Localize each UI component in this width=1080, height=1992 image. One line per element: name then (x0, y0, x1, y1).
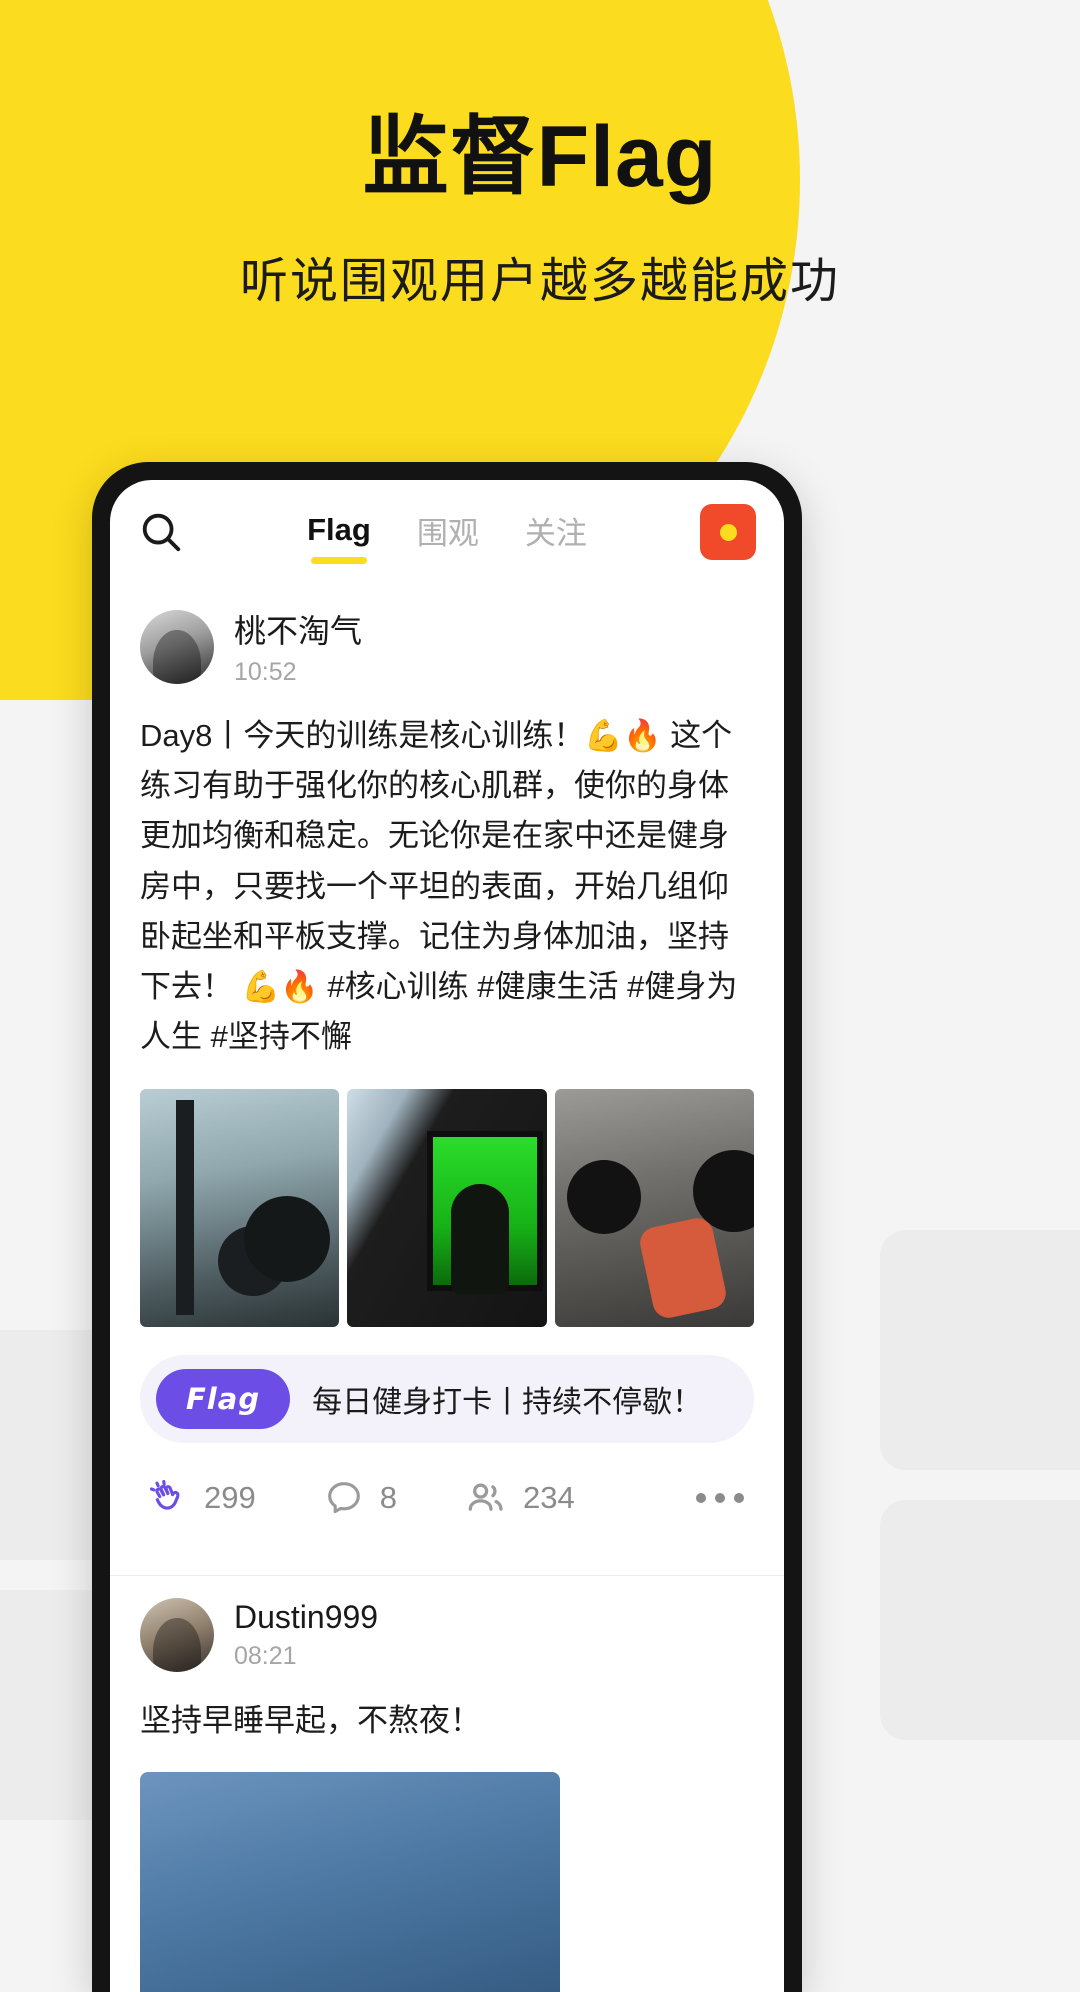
post-image[interactable] (554, 1088, 754, 1327)
profile-avatar-button[interactable] (700, 504, 756, 560)
post-timestamp: 10:52 (234, 658, 297, 686)
comment-action[interactable]: 8 (322, 1476, 397, 1520)
more-options-button[interactable] (696, 1492, 754, 1503)
phone-screen: Flag 围观 关注 桃不淘气 10:52 Day8丨今天的训练是核心训练！💪🔥… (110, 480, 784, 1992)
post-header: 桃不淘气 10:52 (140, 606, 754, 687)
post-image[interactable] (140, 1088, 340, 1327)
post-author-name[interactable]: 桃不淘气 (234, 606, 362, 652)
app-nav-bar: Flag 围观 关注 (110, 480, 784, 584)
post-body-text: 坚持早睡早起，不熬夜！ (140, 1702, 481, 1738)
page-subtitle: 听说围观用户越多越能成功 (239, 252, 840, 309)
more-dots-icon (734, 1492, 744, 1503)
decorative-card (880, 1230, 1080, 1470)
tab-weiguan[interactable]: 围观 (417, 508, 479, 557)
more-dots-icon (715, 1492, 725, 1503)
post-author-name[interactable]: Dustin999 (234, 1599, 378, 1636)
feed-post: Dustin999 08:21 坚持早睡早起，不熬夜！ (110, 1574, 784, 1992)
decorative-card (880, 1500, 1080, 1740)
watchers-icon (468, 1483, 503, 1511)
feed-post: 桃不淘气 10:52 Day8丨今天的训练是核心训练！💪🔥 这个练习有助于强化你… (110, 584, 784, 1553)
post-header: Dustin999 08:21 (140, 1597, 754, 1672)
watchers-count: 234 (522, 1479, 575, 1515)
nav-tabs: Flag 围观 关注 (110, 480, 784, 584)
post-image[interactable] (347, 1088, 547, 1327)
flag-pill-label: Flag (156, 1368, 291, 1429)
feed-list: 桃不淘气 10:52 Day8丨今天的训练是核心训练！💪🔥 这个练习有助于强化你… (110, 584, 784, 1992)
clap-count: 299 (204, 1479, 256, 1515)
watchers-action[interactable]: 234 (463, 1475, 575, 1521)
phone-mockup: Flag 围观 关注 桃不淘气 10:52 Day8丨今天的训练是核心训练！💪🔥… (92, 462, 802, 1992)
post-action-bar: 299 8 234 (140, 1443, 754, 1553)
post-body-text: Day8丨今天的训练是核心训练！💪🔥 这个练习有助于强化你的核心肌群，使你的身体… (140, 718, 738, 1055)
post-meta: 桃不淘气 10:52 (234, 606, 362, 687)
post-image-grid (140, 1088, 754, 1327)
search-icon[interactable] (138, 509, 184, 555)
clap-action[interactable]: 299 (146, 1476, 256, 1520)
flag-title: 每日健身打卡丨持续不停歇！ (312, 1385, 703, 1419)
hero-header: 监督Flag 听说围观用户越多越能成功 (0, 108, 1080, 311)
comment-icon (327, 1481, 360, 1513)
post-meta: Dustin999 08:21 (234, 1599, 378, 1671)
flag-banner[interactable]: Flag 每日健身打卡丨持续不停歇！ (140, 1354, 754, 1443)
avatar[interactable] (140, 1597, 214, 1672)
avatar-dot-icon (719, 523, 737, 541)
tab-flag[interactable]: Flag (307, 512, 371, 552)
avatar[interactable] (140, 609, 214, 684)
page-title: 监督Flag (362, 109, 718, 205)
more-dots-icon (696, 1492, 706, 1503)
post-image[interactable] (140, 1771, 560, 1992)
comment-count: 8 (379, 1479, 397, 1515)
clap-icon (149, 1479, 180, 1510)
tab-guanzhu[interactable]: 关注 (525, 508, 587, 557)
post-timestamp: 08:21 (234, 1641, 297, 1670)
